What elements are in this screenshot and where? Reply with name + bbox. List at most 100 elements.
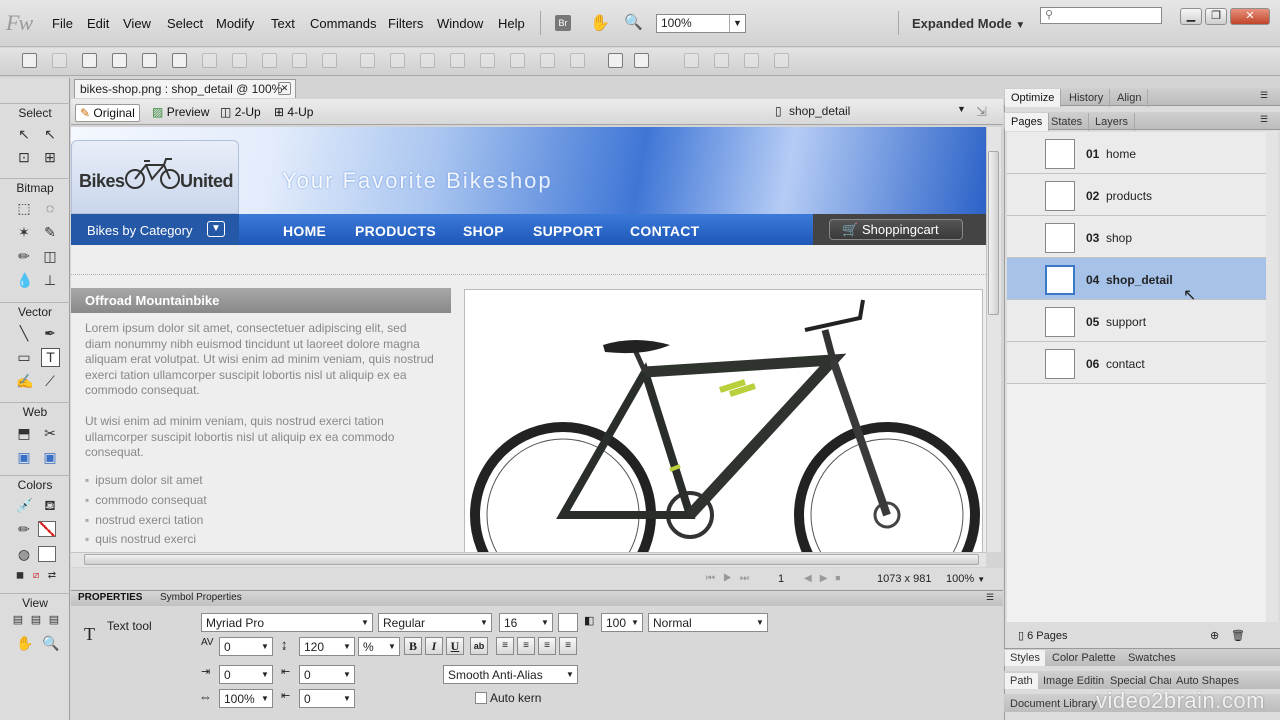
tab-align[interactable]: Align <box>1111 89 1149 107</box>
split-icon[interactable] <box>450 53 465 68</box>
nav-home[interactable]: HOME <box>283 223 326 239</box>
panel-menu-icon[interactable]: ☰ <box>986 592 994 603</box>
document-canvas[interactable]: Bikes United Your Favorite Bikeshop Bike… <box>71 127 986 552</box>
save-icon[interactable] <box>52 53 67 68</box>
tab-path[interactable]: Path <box>1005 673 1038 689</box>
pointer-icon[interactable]: ↖ <box>16 126 32 142</box>
nav-support[interactable]: SUPPORT <box>533 223 603 239</box>
page-row-shop[interactable]: 03 shop <box>1007 216 1266 258</box>
print-icon[interactable] <box>172 53 187 68</box>
leading-field[interactable]: 120 ▼ <box>299 637 355 656</box>
bold-button[interactable]: B <box>404 637 422 655</box>
rectangle-icon[interactable]: ▭ <box>16 349 32 365</box>
anti-alias-select[interactable]: Smooth Anti-Alias ▼ <box>443 665 578 684</box>
page-row-support[interactable]: 05 support <box>1007 300 1266 342</box>
hand-icon[interactable]: ✋ <box>590 13 610 33</box>
new-file-icon[interactable] <box>22 53 37 68</box>
status-zoom[interactable]: 100% ▼ <box>946 573 985 585</box>
default-colors-icon[interactable]: ◼ <box>12 568 28 584</box>
blur-icon[interactable]: 💧 <box>16 272 33 288</box>
send-backward-icon[interactable] <box>540 53 555 68</box>
new-page-icon[interactable]: ⊕ <box>1210 629 1219 642</box>
open-icon[interactable] <box>82 53 97 68</box>
marquee-icon[interactable]: ⬚ <box>16 200 32 216</box>
panel-menu-icon[interactable]: ☰ <box>1260 114 1268 125</box>
menu-modify[interactable]: Modify <box>216 16 254 31</box>
no-color-icon[interactable]: ⧄ <box>28 568 44 584</box>
tab-symbol-properties[interactable]: Symbol Properties <box>156 592 246 603</box>
export-icon[interactable] <box>142 53 157 68</box>
page-options-icon[interactable]: ⇲ <box>976 104 987 120</box>
eyedropper-icon[interactable]: 💉 <box>16 497 33 513</box>
freeform-icon[interactable]: ✍ <box>16 373 33 389</box>
import-icon[interactable] <box>112 53 127 68</box>
zoom-select[interactable]: 100% ▼ <box>656 14 746 33</box>
nav-shop[interactable]: SHOP <box>463 223 504 239</box>
search-input[interactable]: ⚲ <box>1040 7 1162 24</box>
redo-icon[interactable] <box>232 53 247 68</box>
scale-icon[interactable]: ⊡ <box>16 149 32 165</box>
page-row-shop-detail[interactable]: 04 shop_detail <box>1007 258 1266 300</box>
view-original-button[interactable]: ✎ Original <box>75 104 140 122</box>
bring-front-icon[interactable] <box>480 53 495 68</box>
page-select[interactable]: ▯ shop_detail ▼ <box>775 104 966 118</box>
leading-unit-select[interactable]: % ▼ <box>358 637 400 656</box>
undo-icon[interactable] <box>202 53 217 68</box>
panel-menu-icon[interactable]: ☰ <box>1260 90 1268 101</box>
indent-field[interactable]: 0 ▼ <box>219 665 273 684</box>
line-icon[interactable]: ╲ <box>16 325 32 341</box>
rotate-icon[interactable] <box>608 53 623 68</box>
flip-horizontal-icon[interactable] <box>684 53 699 68</box>
trash-icon[interactable]: 🗑 <box>1231 629 1245 642</box>
view-2up-button[interactable]: ◫ 2-Up <box>216 104 265 120</box>
view-4up-button[interactable]: ⊞ 4-Up <box>270 104 317 120</box>
workspace-mode-select[interactable]: Expanded Mode ▼ <box>912 16 1025 31</box>
tab-swatches[interactable]: Swatches <box>1123 650 1181 666</box>
category-dropdown[interactable]: Bikes by Category ▼ <box>71 214 239 245</box>
font-size-field[interactable]: 16 ▼ <box>499 613 553 632</box>
stroke-swatch[interactable] <box>38 521 56 537</box>
space-before-field[interactable]: 0 ▼ <box>299 665 355 684</box>
menu-select[interactable]: Select <box>167 16 203 31</box>
tab-styles[interactable]: Styles <box>1005 650 1045 666</box>
menu-filters[interactable]: Filters <box>388 16 423 31</box>
close-window-button[interactable]: ✕ <box>1230 8 1270 25</box>
menu-text[interactable]: Text <box>271 16 295 31</box>
zoom-tool-icon[interactable]: 🔍 <box>42 635 59 651</box>
align-center-icon[interactable]: ≡ <box>517 637 535 655</box>
blend-mode-select[interactable]: Normal ▼ <box>648 613 768 632</box>
paint-bucket-icon[interactable]: ⛾ <box>42 497 58 513</box>
page-row-home[interactable]: 01 home <box>1007 132 1266 174</box>
frame-nav-icon[interactable]: ◀▶⏹ <box>804 573 848 584</box>
menu-window[interactable]: Window <box>437 16 483 31</box>
page-row-products[interactable]: 02 products <box>1007 174 1266 216</box>
fill-swatch[interactable] <box>38 546 56 562</box>
tab-history[interactable]: History <box>1063 89 1111 107</box>
pencil-icon[interactable]: ✏ <box>16 248 32 264</box>
group-icon[interactable] <box>360 53 375 68</box>
view-preview-button[interactable]: ▨ Preview <box>148 104 213 120</box>
tab-states[interactable]: States <box>1045 113 1090 131</box>
stroke-color-icon[interactable]: ✏ <box>16 521 32 537</box>
menu-edit[interactable]: Edit <box>87 16 109 31</box>
opacity-field[interactable]: 100 ▼ <box>601 613 643 632</box>
hotspot-icon[interactable]: ⬒ <box>16 425 32 441</box>
menu-help[interactable]: Help <box>498 16 525 31</box>
bridge-icon[interactable]: Br <box>555 15 571 31</box>
zoom-icon[interactable]: 🔍 <box>624 13 643 31</box>
minimize-button[interactable]: ▁ <box>1180 8 1202 25</box>
restore-button[interactable]: ❐ <box>1205 8 1227 25</box>
knife-icon[interactable]: ⟋ <box>42 373 58 389</box>
rotate-left-icon[interactable] <box>744 53 759 68</box>
tab-pages[interactable]: Pages <box>1005 113 1050 131</box>
menu-commands[interactable]: Commands <box>310 16 376 31</box>
tab-image-editing[interactable]: Image Editing <box>1038 673 1104 689</box>
shoppingcart-button[interactable]: 🛒 Shoppingcart <box>829 219 963 240</box>
page-row-contact[interactable]: 06 contact <box>1007 342 1266 384</box>
standard-screen-icon[interactable]: ▤ <box>10 612 26 628</box>
copy-icon[interactable] <box>292 53 307 68</box>
rubber-stamp-icon[interactable]: ⊥ <box>42 272 58 288</box>
ungroup-icon[interactable] <box>390 53 405 68</box>
menu-view[interactable]: View <box>123 16 151 31</box>
full-screen-menus-icon[interactable]: ▤ <box>28 612 44 628</box>
